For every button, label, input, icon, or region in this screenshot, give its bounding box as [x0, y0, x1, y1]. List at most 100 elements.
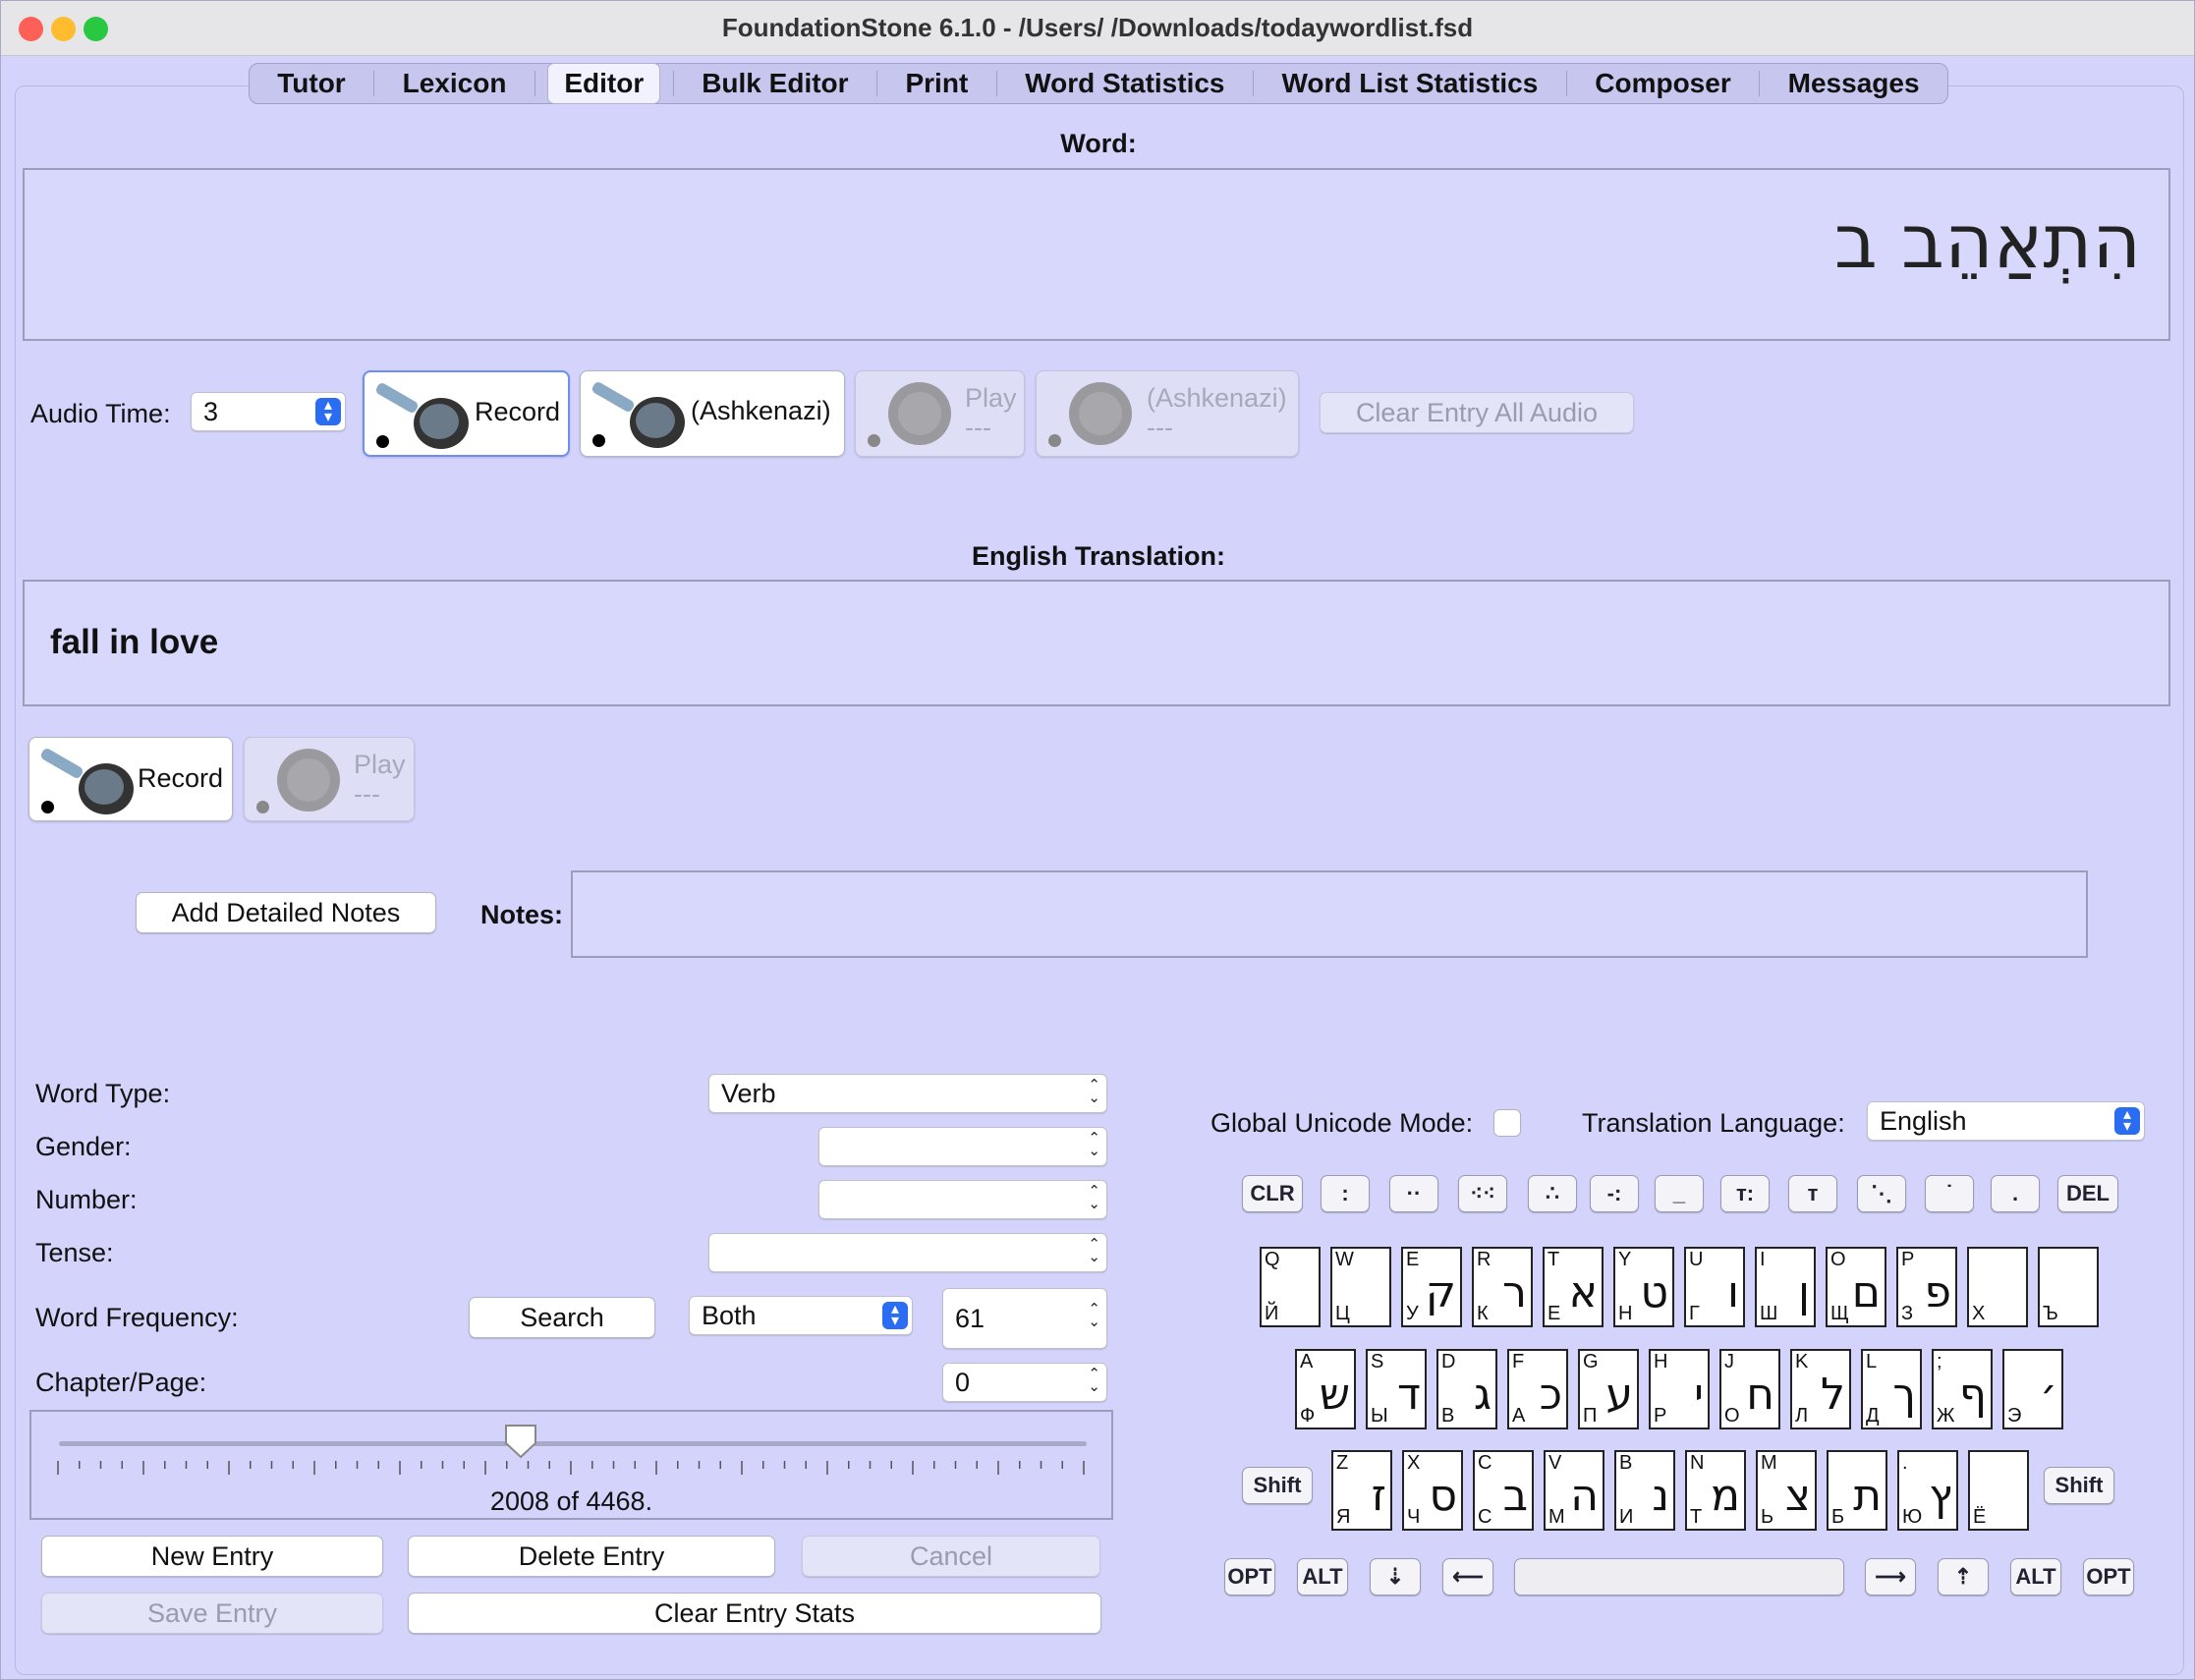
letter-key[interactable]: A Фש [1295, 1349, 1356, 1429]
letter-key[interactable]: D Вג [1436, 1349, 1497, 1429]
letter-key[interactable]: N Тמ [1685, 1450, 1746, 1531]
tab-lexicon[interactable]: Lexicon [387, 64, 523, 103]
letter-key[interactable]: Y Нט [1613, 1247, 1674, 1327]
frequency-stepper[interactable]: 61 ⌃ ⌄ [942, 1288, 1107, 1349]
tab-messages[interactable]: Messages [1773, 64, 1936, 103]
dagesh-key[interactable]: . [1991, 1175, 2040, 1212]
tab-word-statistics[interactable]: Word Statistics [1009, 64, 1240, 103]
letter-key[interactable]: G Пע [1578, 1349, 1639, 1429]
letter-key[interactable]: R Кר [1472, 1247, 1533, 1327]
clr-key[interactable]: CLR [1242, 1175, 1303, 1212]
opt-right-key[interactable]: OPT [2083, 1558, 2134, 1596]
tab-bulk-editor[interactable]: Bulk Editor [686, 64, 864, 103]
play-ashkenazi-button[interactable]: (Ashkenazi) --- [1036, 370, 1299, 457]
save-entry-button[interactable]: Save Entry [41, 1593, 383, 1634]
chevron-updown-icon: ⌃ ⌄ [1088, 1366, 1100, 1395]
letter-key[interactable]: C Сב [1473, 1450, 1534, 1531]
letter-key[interactable]: . Юץ [1897, 1450, 1958, 1531]
right-arrow-key[interactable]: ⟶ [1865, 1558, 1916, 1596]
segol-hataf-key[interactable]: ⁖⁖ [1458, 1175, 1507, 1212]
down-arrow-key[interactable]: ⇣ [1370, 1558, 1421, 1596]
search-frequency-button[interactable]: Search [469, 1297, 655, 1338]
letter-key[interactable]: U Г ו [1684, 1247, 1745, 1327]
letter-key[interactable]: H Р י [1649, 1349, 1710, 1429]
gender-select[interactable]: ⌃ ⌄ [818, 1127, 1107, 1166]
hataf-patah-key[interactable]: -: [1590, 1175, 1639, 1212]
space-bar[interactable] [1514, 1558, 1844, 1596]
letter-key[interactable]: WЦ [1330, 1247, 1391, 1327]
alt-left-key[interactable]: ALT [1297, 1558, 1348, 1596]
letter-key[interactable]: T Еא [1543, 1247, 1604, 1327]
key-latin-label: X [1407, 1452, 1421, 1474]
tab-tutor[interactable]: Tutor [261, 64, 361, 103]
record-ashkenazi-button[interactable]: (Ashkenazi) [580, 370, 845, 457]
letter-key[interactable]: F Аכ [1507, 1349, 1568, 1429]
opt-left-key[interactable]: OPT [1224, 1558, 1275, 1596]
tsere-key[interactable]: ·· [1389, 1175, 1438, 1212]
global-unicode-checkbox[interactable] [1493, 1109, 1521, 1137]
letter-key[interactable]: ; Ж ף [1932, 1349, 1993, 1429]
audio-time-select[interactable]: 3 ▴ ▾ [191, 392, 346, 431]
shift-left-key[interactable]: Shift [1242, 1467, 1313, 1504]
word-label: Word: [1060, 129, 1137, 158]
letter-key[interactable]: P Зפ [1896, 1247, 1957, 1327]
holam-key[interactable]: ˙ [1925, 1175, 1974, 1212]
letter-key[interactable]: L Дך [1861, 1349, 1922, 1429]
record-translation-button[interactable]: Record [28, 737, 233, 821]
play-word-button[interactable]: Play --- [855, 370, 1025, 457]
letter-key[interactable]: Э ׳ [2002, 1349, 2063, 1429]
letter-key[interactable]: QЙ [1260, 1247, 1321, 1327]
tab-word-list-statistics[interactable]: Word List Statistics [1266, 64, 1553, 103]
clear-entry-stats-button[interactable]: Clear Entry Stats [408, 1593, 1101, 1634]
key-cyrillic-label: Г [1689, 1303, 1700, 1324]
del-key[interactable]: DEL [2057, 1175, 2118, 1212]
letter-key[interactable]: Ё [1968, 1450, 2029, 1531]
key-latin-label: P [1901, 1249, 1915, 1270]
tab-print[interactable]: Print [889, 64, 984, 103]
letter-key[interactable]: V Мה [1544, 1450, 1604, 1531]
play-duration: --- [354, 779, 380, 809]
tab-composer[interactable]: Composer [1579, 64, 1746, 103]
new-entry-button[interactable]: New Entry [41, 1536, 383, 1577]
alt-right-key[interactable]: ALT [2010, 1558, 2061, 1596]
segol-key[interactable]: ∴ [1528, 1175, 1577, 1212]
translation-language-select[interactable]: English ▴ ▾ [1867, 1101, 2145, 1141]
delete-entry-button[interactable]: Delete Entry [408, 1536, 775, 1577]
tense-select[interactable]: ⌃ ⌄ [708, 1233, 1107, 1272]
qamats-key[interactable]: т [1788, 1175, 1837, 1212]
slider-thumb[interactable] [504, 1424, 537, 1459]
letter-key[interactable]: Х [1967, 1247, 2028, 1327]
chapter-page-stepper[interactable]: 0 ⌃ ⌄ [942, 1363, 1107, 1402]
up-arrow-key[interactable]: ⇡ [1938, 1558, 1989, 1596]
shift-right-key[interactable]: Shift [2044, 1467, 2114, 1504]
patah-key[interactable]: _ [1655, 1175, 1704, 1212]
left-arrow-key[interactable]: ⟵ [1442, 1558, 1493, 1596]
sheva-key[interactable]: : [1321, 1175, 1370, 1212]
letter-key[interactable]: K Лל [1790, 1349, 1851, 1429]
play-translation-button[interactable]: Play --- [244, 737, 415, 821]
letter-key[interactable]: M Ьצ [1756, 1450, 1817, 1531]
qubuts-key[interactable]: ⋱ [1857, 1175, 1906, 1212]
clear-entry-all-audio-button[interactable]: Clear Entry All Audio [1320, 392, 1634, 433]
letter-key[interactable]: Z Яז [1331, 1450, 1392, 1531]
letter-key[interactable]: E Уק [1401, 1247, 1462, 1327]
word-field[interactable]: הִתְאַהֵב ב [23, 168, 2170, 341]
frequency-scope-select[interactable]: Both ▴ ▾ [689, 1296, 913, 1335]
cancel-button[interactable]: Cancel [802, 1536, 1100, 1577]
letter-key[interactable]: Бת [1827, 1450, 1887, 1531]
letter-key[interactable]: I Шן [1755, 1247, 1816, 1327]
letter-key[interactable]: S Ыד [1366, 1349, 1427, 1429]
record-word-button[interactable]: Record [363, 370, 570, 457]
letter-key[interactable]: J Оח [1719, 1349, 1780, 1429]
letter-key[interactable]: Ъ [2038, 1247, 2099, 1327]
translation-field[interactable]: fall in love [23, 580, 2170, 706]
add-detailed-notes-button[interactable]: Add Detailed Notes [136, 892, 436, 933]
number-select[interactable]: ⌃ ⌄ [818, 1180, 1107, 1219]
hataf-qamats-key[interactable]: т: [1720, 1175, 1770, 1212]
letter-key[interactable]: O Щם [1826, 1247, 1886, 1327]
letter-key[interactable]: B Иנ [1614, 1450, 1675, 1531]
tab-editor[interactable]: Editor [547, 63, 661, 104]
notes-field[interactable] [571, 870, 2088, 958]
word-type-select[interactable]: Verb ⌃ ⌄ [708, 1074, 1107, 1113]
letter-key[interactable]: X Чס [1402, 1450, 1463, 1531]
